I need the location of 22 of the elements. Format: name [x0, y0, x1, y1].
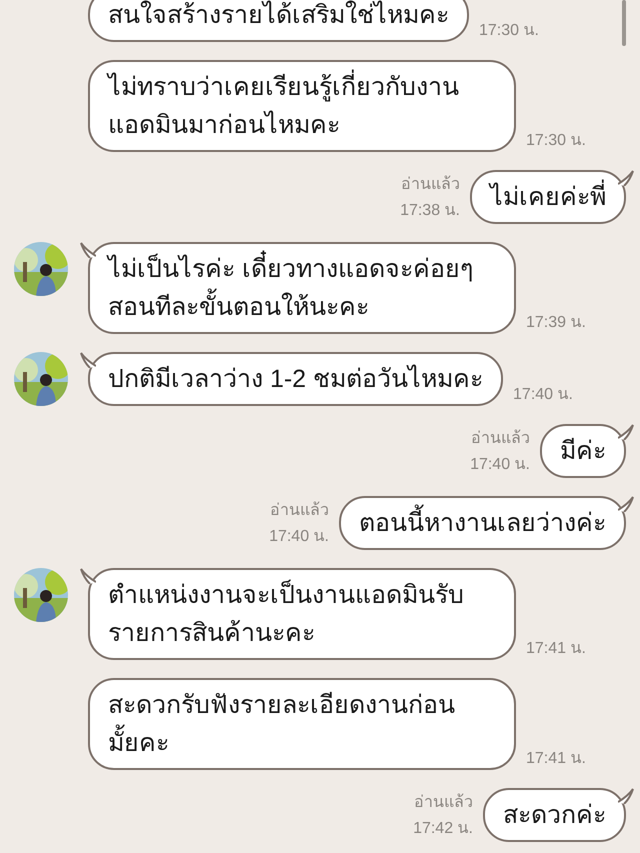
- read-receipt: อ่านแล้ว: [471, 428, 530, 449]
- bubble-tail: [80, 242, 96, 258]
- message-time: 17:30 น.: [479, 21, 539, 41]
- bubble-tail: [80, 352, 96, 368]
- read-receipt: อ่านแล้ว: [270, 500, 329, 521]
- scrollbar[interactable]: [622, 0, 626, 46]
- message-time: 17:38 น.: [400, 201, 460, 221]
- bubble-tail: [618, 788, 634, 804]
- message-time: 17:41 น.: [526, 639, 586, 659]
- message-time: 17:42 น.: [413, 819, 473, 839]
- read-receipt: อ่านแล้ว: [414, 792, 473, 813]
- bubble-tail: [618, 424, 634, 440]
- message-time: 17:40 น.: [513, 385, 573, 405]
- bubble-tail: [80, 568, 96, 584]
- read-receipt: อ่านแล้ว: [401, 174, 460, 195]
- message-time: 17:30 น.: [526, 131, 586, 151]
- bubble-tail: [618, 496, 634, 512]
- message-time: 17:40 น.: [269, 527, 329, 547]
- message-time: 17:39 น.: [526, 313, 586, 333]
- bubble-tail: [618, 170, 634, 186]
- message-time: 17:41 น.: [526, 749, 586, 769]
- message-time: 17:40 น.: [470, 455, 530, 475]
